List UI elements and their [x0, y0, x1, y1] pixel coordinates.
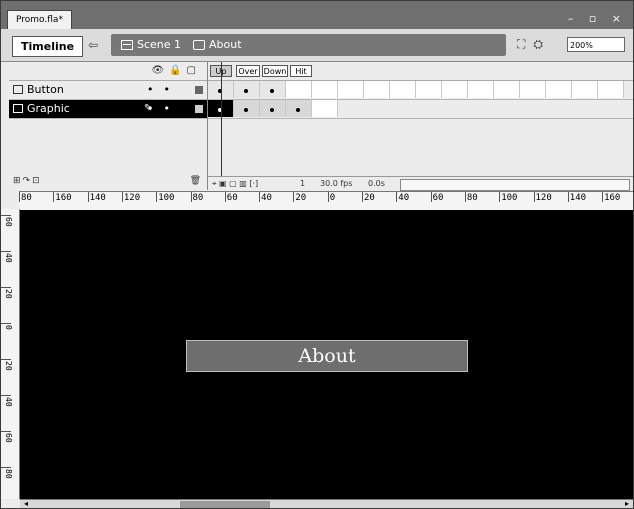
frame-row-graphic[interactable]: [208, 100, 633, 119]
document-tab-bar: Promo.fla* – ▫ ×: [1, 1, 633, 29]
frame-cell[interactable]: [390, 81, 416, 98]
keyframe[interactable]: [234, 100, 260, 117]
keyframe[interactable]: [260, 100, 286, 117]
document-tab[interactable]: Promo.fla*: [7, 10, 72, 29]
playhead[interactable]: [221, 62, 222, 176]
layer-toggles[interactable]: ••: [147, 100, 180, 118]
scroll-thumb[interactable]: [180, 501, 270, 508]
frame-cell[interactable]: [598, 81, 624, 98]
state-label-hit[interactable]: Hit: [290, 65, 312, 77]
current-frame: 1: [300, 179, 306, 188]
layer-name: Button: [27, 83, 64, 96]
trash-icon[interactable]: 🗑: [190, 176, 201, 186]
frame-cell[interactable]: [520, 81, 546, 98]
frame-grid[interactable]: Up Over Down Hit: [208, 62, 633, 191]
ruler-left: 60 40 20 0 20 40 60 80: [1, 209, 20, 499]
layer-icon: [13, 104, 23, 113]
ruler-top: 80 160 140 120 100 80 60 40 20 0 20 40 60 80 100 120 140…: [19, 191, 633, 211]
layer-name: Graphic: [27, 102, 70, 115]
timeline-toggle-button[interactable]: Timeline: [12, 36, 84, 57]
state-label-over[interactable]: Over: [236, 65, 260, 77]
layer-footer: ⊞↷⊡ 🗑: [9, 176, 207, 190]
scroll-right-icon[interactable]: ▸: [625, 499, 629, 508]
breadcrumb-symbol[interactable]: About: [193, 34, 242, 56]
edit-bar: Timeline ⇦ Scene 1 About ⛶⛭ 200%: [1, 29, 633, 62]
frame-cell[interactable]: [572, 81, 598, 98]
layer-outline-color[interactable]: [195, 105, 203, 113]
stage[interactable]: About: [20, 210, 633, 499]
layer-row-graphic[interactable]: Graphic ✎ ••: [9, 100, 207, 119]
frame-cell[interactable]: [364, 81, 390, 98]
frame-rate: 30.0 fps: [320, 179, 353, 188]
layer-outline-color[interactable]: [195, 86, 203, 94]
layer-visibility-lock-outline-icons[interactable]: 👁🔒▢: [151, 65, 201, 76]
frame-cell[interactable]: [312, 100, 338, 117]
frame-cell[interactable]: [286, 81, 312, 98]
flash-window: Promo.fla* – ▫ × Timeline ⇦ Scene 1 Abou…: [0, 0, 634, 509]
frame-cell[interactable]: [494, 81, 520, 98]
frame-cell[interactable]: [338, 81, 364, 98]
breadcrumb: Scene 1 About: [111, 34, 506, 56]
about-button-graphic[interactable]: About: [186, 340, 468, 372]
layer-header: 👁🔒▢: [9, 62, 207, 81]
add-layer-icons[interactable]: ⊞↷⊡: [13, 176, 42, 186]
frame-cell[interactable]: [546, 81, 572, 98]
keyframe[interactable]: [286, 100, 312, 117]
breadcrumb-scene[interactable]: Scene 1: [121, 34, 181, 56]
layer-icon: [13, 85, 23, 94]
back-arrow-icon[interactable]: ⇦: [83, 36, 103, 55]
window-controls[interactable]: – ▫ ×: [568, 12, 627, 25]
keyframe[interactable]: [234, 81, 260, 98]
symbol-label: About: [209, 38, 242, 51]
frame-cell[interactable]: [416, 81, 442, 98]
state-label-down[interactable]: Down: [262, 65, 288, 77]
layer-panel: 👁🔒▢ Button •• Graphic ✎ •• ⊞↷⊡ 🗑: [9, 62, 208, 190]
button-symbol-icon: [193, 40, 205, 50]
layer-toggles[interactable]: ••: [147, 81, 180, 99]
edit-scene-symbol-icons[interactable]: ⛶⛭: [517, 37, 551, 52]
scene-icon: [121, 40, 133, 50]
frame-cell[interactable]: [312, 81, 338, 98]
elapsed-time: 0.0s: [368, 179, 385, 188]
scroll-left-icon[interactable]: ◂: [24, 499, 28, 508]
timeline-tool-icons[interactable]: ⌖ ▣ ▢ ▥ [·]: [212, 177, 258, 191]
stage-horizontal-scrollbar[interactable]: ◂ ▸: [20, 499, 633, 508]
frame-header: Up Over Down Hit: [208, 62, 633, 81]
frame-cell[interactable]: [442, 81, 468, 98]
scene-label: Scene 1: [137, 38, 182, 51]
timeline-scrollbar[interactable]: [400, 179, 630, 191]
keyframe[interactable]: [260, 81, 286, 98]
layer-row-button[interactable]: Button ••: [9, 81, 207, 100]
frame-row-button[interactable]: [208, 81, 633, 100]
timeline-status-bar: ⌖ ▣ ▢ ▥ [·] 1 30.0 fps 0.0s: [208, 176, 633, 191]
frame-cell[interactable]: [468, 81, 494, 98]
zoom-field[interactable]: 200%: [567, 37, 625, 52]
